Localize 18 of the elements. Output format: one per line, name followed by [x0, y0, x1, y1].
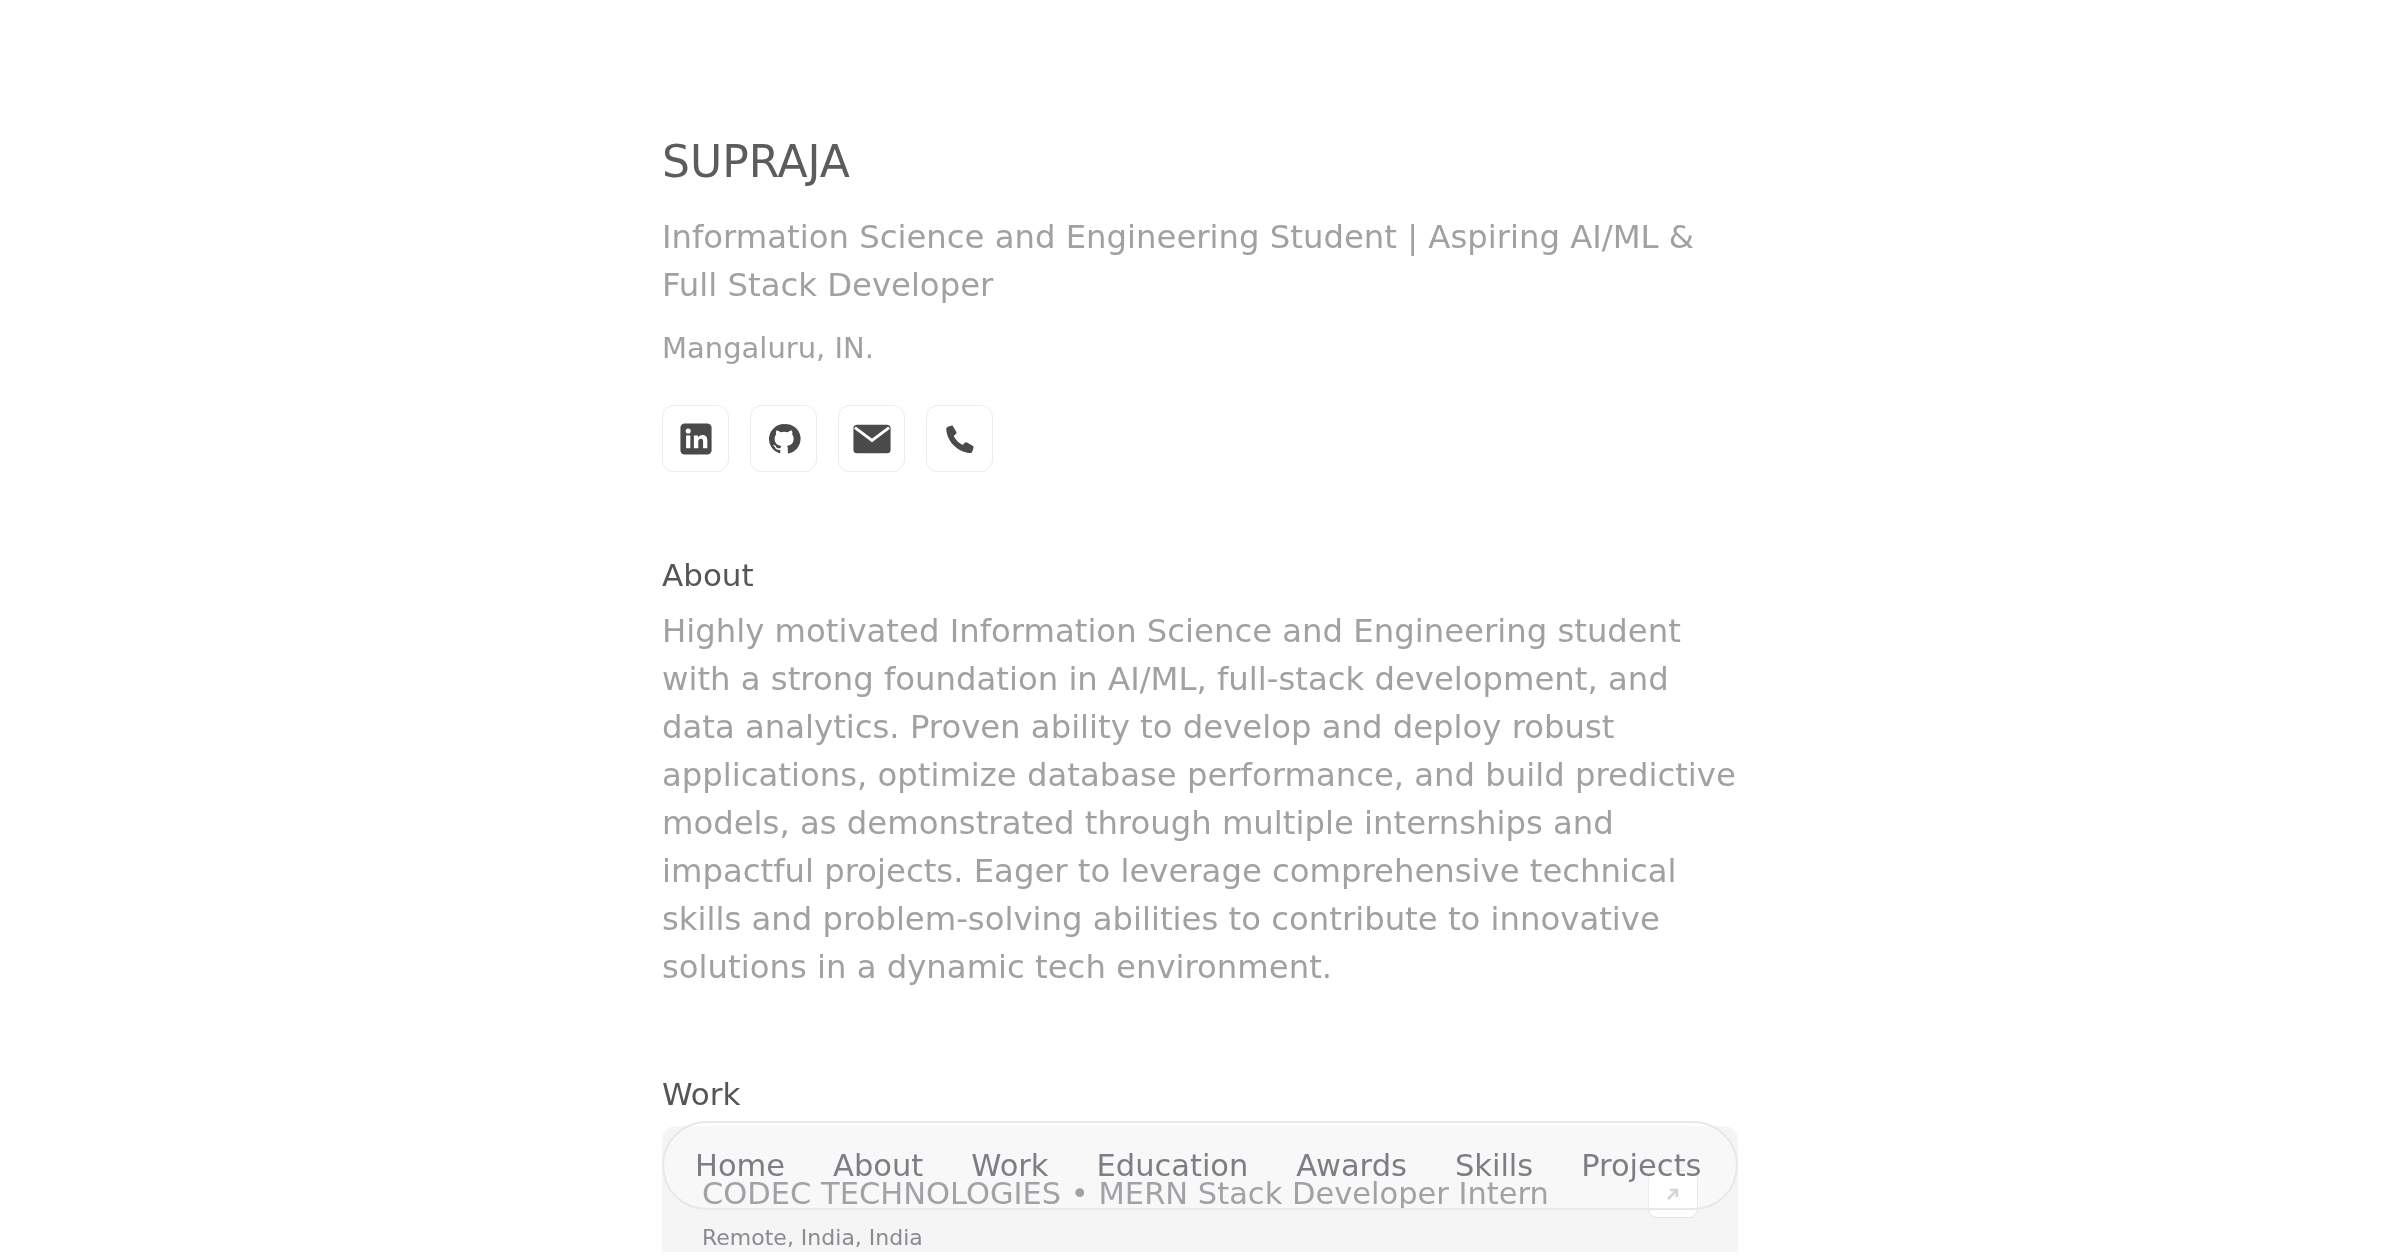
email-link[interactable] [838, 405, 905, 472]
profile-location: Mangaluru, IN. [662, 330, 875, 367]
mail-icon [852, 424, 891, 453]
arrow-icon [1666, 1188, 1679, 1201]
profile-headline: Information Science and Engineering Student | Aspiring AI/ML & Full Stack Developer [662, 217, 1695, 306]
nav-link[interactable]: Projects [1581, 1145, 1702, 1186]
job-title: CODEC TECHNOLOGIES • MERN Stack Developer Intern [702, 1176, 1549, 1212]
github-link[interactable] [750, 405, 817, 472]
job-location: Remote, India, India [702, 1224, 924, 1252]
linkedin-icon [679, 422, 712, 455]
phone-icon [945, 425, 974, 453]
linkedin-link[interactable] [662, 405, 729, 472]
profile-name: SUPRAJA [662, 135, 851, 188]
github-icon [768, 423, 801, 453]
phone-link[interactable] [926, 405, 993, 472]
about-paragraph: Highly motivated Information Science and Engineering student with a strong foundation in AI/ML, full-stack development, and data analytics. Proven ability to develop and deploy robust applications, optimize database performance, and build predictive models, as demonstrated through multiple internships and impactful projects. Eager to leverage comprehensive technical skills and problem-solving abilities to contribute to innovative solutions in a dynamic tech environment. [662, 611, 1737, 988]
section-heading: Work [662, 1075, 742, 1114]
section-heading: About [662, 556, 755, 595]
